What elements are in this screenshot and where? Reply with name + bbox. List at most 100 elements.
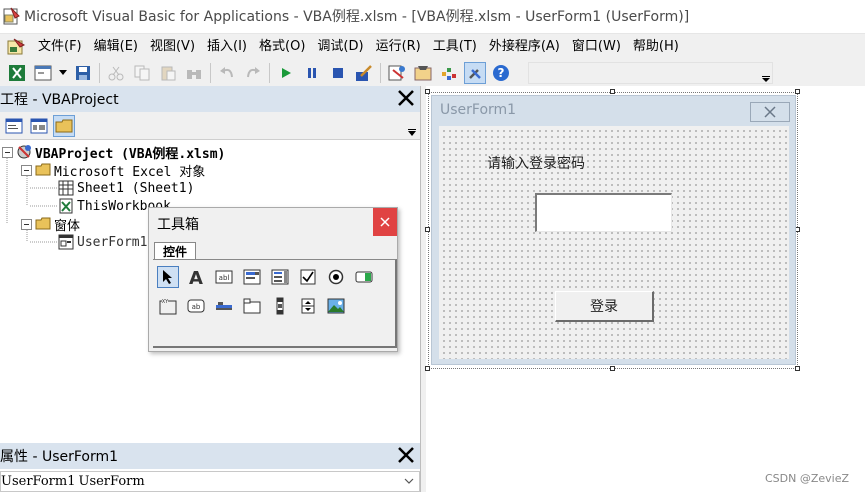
image-icon[interactable] [325,295,347,317]
properties-icon[interactable] [412,62,434,84]
vba-menu-icon[interactable] [6,37,28,57]
sheet-icon [58,180,74,196]
vbaproject-icon [16,144,32,160]
resize-handle[interactable] [795,366,800,371]
collapse-icon[interactable] [2,146,13,158]
excel-icon[interactable] [6,62,28,84]
tree-label: VBAProject (VBA例程.xlsm) [35,146,226,162]
view-code-icon[interactable] [3,115,25,137]
togglebutton-icon[interactable] [353,266,375,288]
tree-label: Microsoft Excel 对象 [54,164,206,180]
run-icon[interactable] [275,62,297,84]
toggle-folders-icon[interactable] [53,114,75,137]
tree-item-userform1[interactable]: UserForm1 [58,233,147,251]
menu-edit[interactable]: 编辑(E) [88,36,144,58]
password-prompt-label[interactable]: 请输入登录密码 [487,153,585,173]
menu-tools[interactable]: 工具(T) [427,36,483,58]
standard-toolbar: ? [0,59,865,87]
toolbar-separator [210,62,211,83]
login-button[interactable]: 登录 [555,291,654,322]
resize-handle[interactable] [610,89,615,94]
project-explorer-icon[interactable] [386,62,408,84]
menu-window[interactable]: 窗口(W) [566,36,627,58]
tab-controls[interactable]: 控件 [154,242,196,260]
svg-text:XY: XY [162,299,169,305]
chevron-down-icon[interactable] [403,475,415,487]
dropdown-arrow-icon[interactable] [58,62,68,84]
workbook-icon [58,198,74,214]
select-objects-icon[interactable] [157,266,179,288]
spinbutton-icon[interactable] [297,295,319,317]
menu-insert[interactable]: 插入(I) [201,36,253,58]
checkbox-icon[interactable] [297,266,319,288]
save-icon[interactable] [72,62,94,84]
svg-text:abl: abl [219,274,230,282]
object-selector[interactable]: UserForm1 UserForm [0,471,420,492]
menu-file[interactable]: 文件(F) [32,36,88,58]
toolbar-separator [380,62,381,83]
combobox-icon[interactable] [241,266,263,288]
insert-userform-icon[interactable] [32,62,54,84]
collapse-icon[interactable] [21,218,32,230]
tree-item-sheet1[interactable]: Sheet1 (Sheet1) [58,179,194,197]
resize-handle[interactable] [425,366,430,371]
resize-handle[interactable] [425,227,430,232]
tree-item-excel-objects[interactable]: Microsoft Excel 对象 [21,161,206,180]
toolbox-close-button[interactable] [373,208,397,236]
title-bar: Microsoft Visual Basic for Applications … [0,0,865,32]
object-browser-icon[interactable] [438,62,460,84]
svg-text:A: A [189,268,203,286]
menu-addins[interactable]: 外接程序(A) [483,36,566,58]
close-icon [380,217,390,227]
pane-scroll-arrow-icon[interactable] [406,114,418,138]
commandbutton-icon[interactable]: ab [185,295,207,317]
redo-icon[interactable] [242,62,264,84]
toolbar-separator [99,62,100,83]
menu-view[interactable]: 视图(V) [144,36,201,58]
toolbox-window: 工具箱 控件 A abl XY ab [148,207,398,352]
cut-icon[interactable] [105,62,127,84]
userform-close-button[interactable] [750,102,790,122]
optionbutton-icon[interactable] [325,266,347,288]
resize-handle[interactable] [425,89,430,94]
break-icon[interactable] [301,62,323,84]
close-icon[interactable] [396,445,416,465]
close-icon[interactable] [396,88,416,108]
multipage-icon[interactable] [241,295,263,317]
resize-handle[interactable] [610,366,615,371]
userform-icon [58,234,74,250]
label-icon[interactable]: A [185,266,207,288]
menu-format[interactable]: 格式(O) [253,36,311,58]
project-pane-header: 工程 - VBAProject [0,86,420,112]
menu-bar: 文件(F) 编辑(E) 视图(V) 插入(I) 格式(O) 调试(D) 运行(R… [0,33,865,59]
reset-icon[interactable] [327,62,349,84]
view-object-icon[interactable] [28,115,50,137]
tree-item-vbaproject[interactable]: VBAProject (VBA例程.xlsm) [2,143,226,162]
menu-debug[interactable]: 调试(D) [311,36,369,58]
svg-text:ab: ab [192,303,201,311]
scrollbar-icon[interactable] [269,295,291,317]
resize-handle[interactable] [795,89,800,94]
vba-app-icon [2,6,22,26]
textbox-icon[interactable]: abl [213,266,235,288]
find-icon[interactable] [183,62,205,84]
location-combo[interactable] [528,61,773,84]
frame-icon[interactable]: XY [157,295,179,317]
undo-icon[interactable] [216,62,238,84]
paste-icon[interactable] [157,62,179,84]
design-mode-icon[interactable] [353,62,375,84]
toolbox-controls-panel: A abl XY ab [153,259,397,348]
menu-run[interactable]: 运行(R) [370,36,427,58]
password-textbox[interactable] [535,193,672,232]
collapse-icon[interactable] [21,164,32,176]
copy-icon[interactable] [131,62,153,84]
tabstrip-icon[interactable] [213,295,235,317]
toolbox-icon[interactable] [464,61,486,84]
project-pane-toolbar [0,112,420,140]
help-icon[interactable]: ? [490,62,512,84]
folder-icon [35,162,51,178]
listbox-icon[interactable] [269,266,291,288]
tree-item-forms-folder[interactable]: 窗体 [21,215,80,234]
menu-help[interactable]: 帮助(H) [627,36,685,58]
combo-dropdown-icon[interactable] [760,62,772,83]
